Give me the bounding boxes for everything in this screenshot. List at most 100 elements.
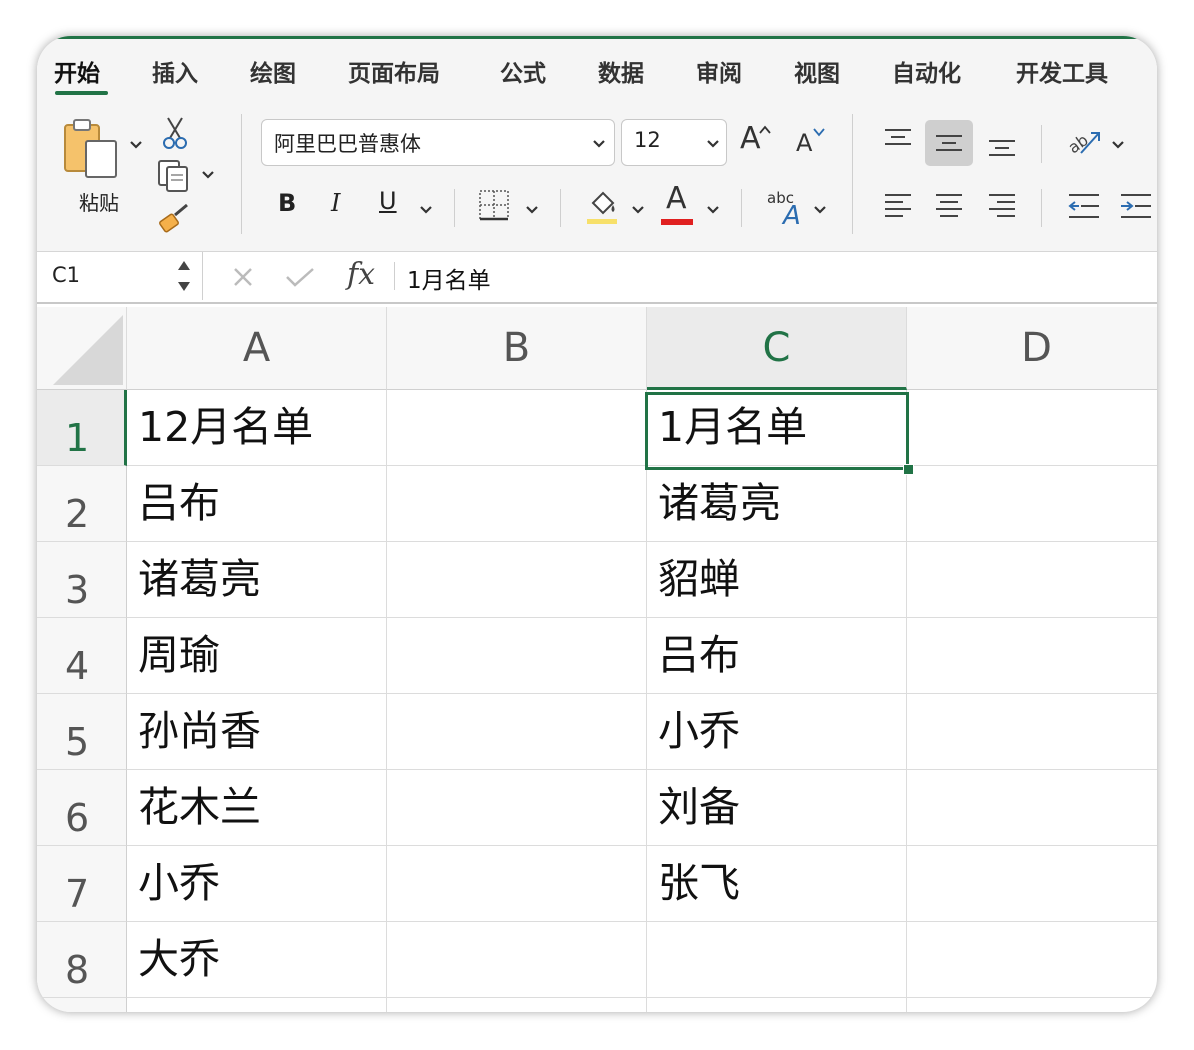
font-color-dropdown-chevron-icon[interactable] xyxy=(706,204,720,216)
tab-view[interactable]: 视图 xyxy=(794,54,840,88)
cell-c4[interactable]: 吕布 xyxy=(647,618,907,694)
cell-c6[interactable]: 刘备 xyxy=(647,770,907,846)
tab-automate[interactable]: 自动化 xyxy=(892,54,961,88)
cell-d4[interactable] xyxy=(907,618,1157,694)
cell-a8[interactable]: 大乔 xyxy=(127,922,387,998)
cell-b8[interactable] xyxy=(387,922,647,998)
row-header-6[interactable]: 6 xyxy=(37,770,127,846)
row-header-1[interactable]: 1 xyxy=(37,390,127,466)
fill-color-dropdown-chevron-icon[interactable] xyxy=(631,204,645,216)
row-header-3[interactable]: 3 xyxy=(37,542,127,618)
row-header-4[interactable]: 4 xyxy=(37,618,127,694)
cell-d2[interactable] xyxy=(907,466,1157,542)
increase-font-size-button[interactable]: A xyxy=(740,121,761,156)
enter-check-icon[interactable] xyxy=(285,266,315,288)
orientation-icon[interactable]: ab xyxy=(1067,125,1103,159)
cell-a7[interactable]: 小乔 xyxy=(127,846,387,922)
insert-function-button[interactable]: fx xyxy=(347,257,375,292)
phonetic-dropdown-chevron-icon[interactable] xyxy=(813,204,827,216)
tab-review[interactable]: 审阅 xyxy=(696,54,742,88)
cell-a1[interactable]: 12月名单 xyxy=(127,390,387,466)
cell-b5[interactable] xyxy=(387,694,647,770)
row-header-2[interactable]: 2 xyxy=(37,466,127,542)
italic-button[interactable]: I xyxy=(331,189,340,217)
font-color-button[interactable]: A xyxy=(666,181,687,216)
increase-indent-icon[interactable] xyxy=(1119,191,1153,221)
row-header-7[interactable]: 7 xyxy=(37,846,127,922)
cell-b3[interactable] xyxy=(387,542,647,618)
cell-a4[interactable]: 周瑜 xyxy=(127,618,387,694)
bold-button[interactable]: B xyxy=(278,189,296,217)
cell-c9[interactable] xyxy=(647,998,907,1012)
cell-d7[interactable] xyxy=(907,846,1157,922)
borders-icon[interactable] xyxy=(478,189,510,221)
cell-c8[interactable] xyxy=(647,922,907,998)
cell-a2[interactable]: 吕布 xyxy=(127,466,387,542)
tab-page-layout[interactable]: 页面布局 xyxy=(348,54,440,88)
underline-button[interactable]: U xyxy=(379,187,397,215)
align-right-icon[interactable] xyxy=(987,191,1017,221)
select-all-corner[interactable] xyxy=(37,307,127,390)
cell-d9[interactable] xyxy=(907,998,1157,1012)
tab-home[interactable]: 开始 xyxy=(54,54,100,88)
font-size-dropdown[interactable]: 12 xyxy=(621,119,727,166)
cell-c1[interactable]: 1月名单 xyxy=(647,390,907,466)
align-top-icon[interactable] xyxy=(883,127,913,151)
cell-b4[interactable] xyxy=(387,618,647,694)
paste-dropdown-chevron-icon[interactable] xyxy=(129,139,143,151)
name-box[interactable]: C1 xyxy=(37,252,203,300)
tab-data[interactable]: 数据 xyxy=(598,54,644,88)
align-bottom-icon[interactable] xyxy=(987,134,1017,160)
align-center-icon[interactable] xyxy=(934,191,964,221)
cell-b1[interactable] xyxy=(387,390,647,466)
cell-a3[interactable]: 诸葛亮 xyxy=(127,542,387,618)
phonetic-guide-letter[interactable]: A xyxy=(783,201,801,231)
cell-d8[interactable] xyxy=(907,922,1157,998)
decrease-font-size-button[interactable]: A xyxy=(796,129,812,157)
row-header-8[interactable]: 8 xyxy=(37,922,127,998)
font-name-dropdown[interactable]: 阿里巴巴普惠体 xyxy=(261,119,615,166)
cell-a6[interactable]: 花木兰 xyxy=(127,770,387,846)
tab-insert[interactable]: 插入 xyxy=(152,54,198,88)
column-header-c[interactable]: C xyxy=(647,307,907,390)
fill-handle[interactable] xyxy=(903,464,914,475)
cell-b6[interactable] xyxy=(387,770,647,846)
cell-d5[interactable] xyxy=(907,694,1157,770)
underline-dropdown-chevron-icon[interactable] xyxy=(419,204,433,216)
name-box-stepper-icon[interactable] xyxy=(175,258,193,294)
row-header-9[interactable] xyxy=(37,998,127,1012)
cell-d1[interactable] xyxy=(907,390,1157,466)
cell-d6[interactable] xyxy=(907,770,1157,846)
column-header-a[interactable]: A xyxy=(127,307,387,390)
tab-formulas[interactable]: 公式 xyxy=(500,54,546,88)
copy-icon[interactable] xyxy=(157,159,193,193)
cell-a9[interactable] xyxy=(127,998,387,1012)
align-middle-button[interactable] xyxy=(925,120,973,166)
borders-dropdown-chevron-icon[interactable] xyxy=(525,204,539,216)
cell-b7[interactable] xyxy=(387,846,647,922)
row-header-5[interactable]: 5 xyxy=(37,694,127,770)
cancel-icon[interactable] xyxy=(232,266,254,288)
column-header-d[interactable]: D xyxy=(907,307,1157,390)
tab-developer[interactable]: 开发工具 xyxy=(1016,54,1108,88)
align-left-icon[interactable] xyxy=(883,191,913,221)
decrease-indent-icon[interactable] xyxy=(1067,191,1101,221)
orientation-dropdown-chevron-icon[interactable] xyxy=(1111,139,1125,151)
tab-draw[interactable]: 绘图 xyxy=(250,54,296,88)
cell-d3[interactable] xyxy=(907,542,1157,618)
cell-c2[interactable]: 诸葛亮 xyxy=(647,466,907,542)
cell-b2[interactable] xyxy=(387,466,647,542)
cell-c3[interactable]: 貂蝉 xyxy=(647,542,907,618)
cell-a5[interactable]: 孙尚香 xyxy=(127,694,387,770)
formula-input[interactable]: 1月名单 xyxy=(407,261,491,295)
cut-icon[interactable] xyxy=(162,116,188,150)
paste-label[interactable]: 粘贴 xyxy=(79,187,119,216)
paste-icon[interactable] xyxy=(62,117,120,179)
format-painter-icon[interactable] xyxy=(157,201,193,237)
cell-b9[interactable] xyxy=(387,998,647,1012)
column-header-b[interactable]: B xyxy=(387,307,647,390)
fill-color-icon[interactable] xyxy=(585,187,619,225)
cell-c7[interactable]: 张飞 xyxy=(647,846,907,922)
copy-dropdown-chevron-icon[interactable] xyxy=(201,169,215,181)
cell-c5[interactable]: 小乔 xyxy=(647,694,907,770)
